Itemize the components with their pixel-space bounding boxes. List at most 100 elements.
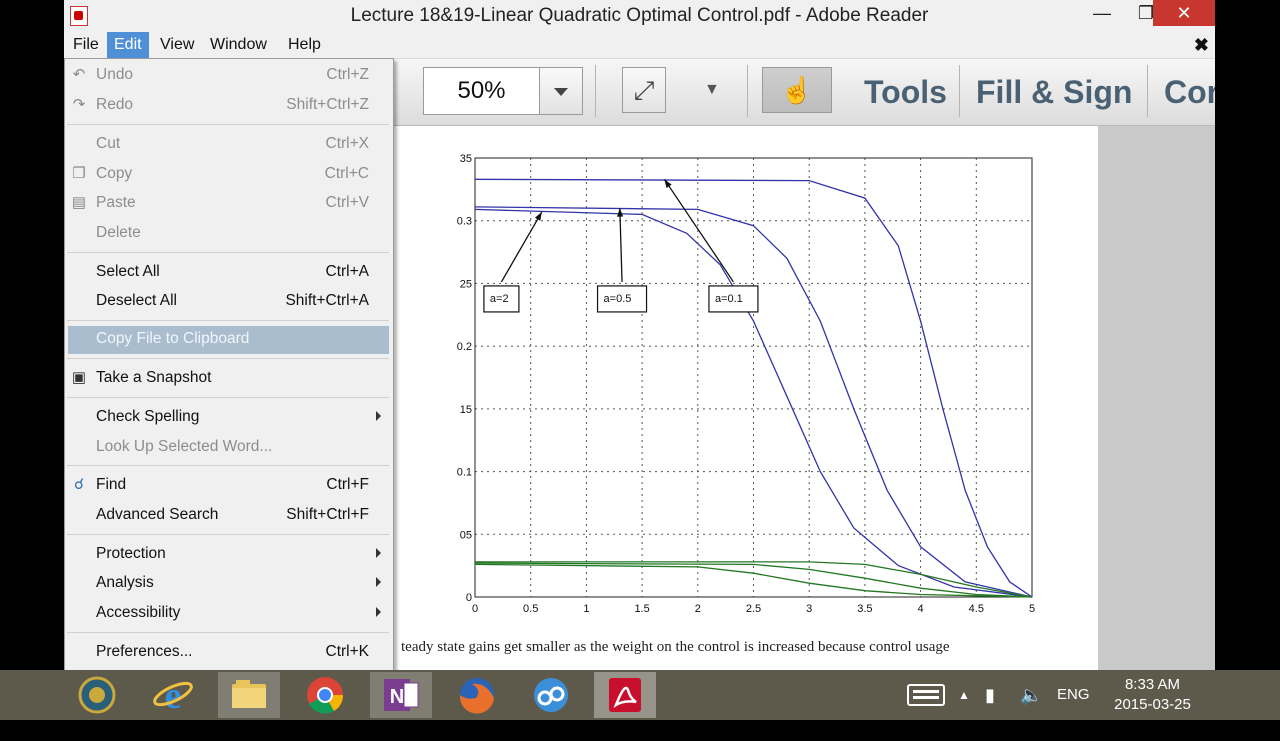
toolbar-separator (959, 65, 960, 117)
menu-help[interactable]: Help (281, 32, 328, 58)
preferences-label: Preferences... (96, 643, 193, 660)
touch-mode-icon[interactable]: ☝ (762, 67, 832, 113)
fullscreen-expand-icon[interactable]: ⤢ (622, 67, 666, 113)
zoom-dropdown-button[interactable] (539, 67, 583, 115)
submenu-arrow-icon (376, 411, 381, 421)
svg-text:e: e (165, 675, 182, 717)
y-tick-label: 35 (460, 153, 472, 165)
window-title: Lecture 18&19-Linear Quadratic Optimal C… (350, 5, 929, 26)
x-tick-label: 5 (1029, 603, 1035, 615)
y-tick-label: 0.3 (457, 216, 472, 228)
x-tick-label: 3 (806, 603, 812, 615)
advanced-search-menu-item[interactable]: Advanced Search Shift+Ctrl+F (65, 502, 391, 530)
copy-label: Copy (96, 165, 133, 182)
delete-menu-item[interactable]: Delete (65, 220, 391, 248)
annotation-arrow (663, 178, 734, 283)
taskbar: e N ▲ ▮ 🔈 ENG 8:33 AM 2015-03-25 (0, 670, 1280, 720)
menu-separator (67, 358, 389, 359)
menu-file[interactable]: File (66, 32, 106, 58)
x-tick-label: 1.5 (634, 603, 649, 615)
toolbar-overflow-icon[interactable]: ▼ (704, 81, 720, 99)
deselect-all-shortcut: Shift+Ctrl+A (285, 292, 369, 309)
comment-pane-button[interactable]: Cor (1164, 74, 1215, 111)
chrome-icon (307, 677, 344, 714)
copy-file-to-clipboard-menu-item[interactable]: Copy File to Clipboard (68, 326, 389, 354)
taskbar-chrome[interactable] (294, 672, 356, 718)
undo-menu-item[interactable]: ↶ Undo Ctrl+Z (65, 62, 391, 90)
page-caption: teady state gains get smaller as the wei… (401, 639, 950, 655)
y-tick-label: 05 (460, 529, 472, 541)
close-document-icon[interactable]: ✖ (1194, 35, 1209, 56)
y-tick-label: 25 (460, 278, 472, 290)
taskbar-file-explorer[interactable] (218, 672, 280, 718)
undo-label: Undo (96, 66, 134, 83)
accessibility-menu-item[interactable]: Accessibility (65, 600, 391, 628)
taskbar-firefox[interactable] (446, 672, 508, 718)
submenu-arrow-icon (376, 607, 381, 617)
x-tick-label: 2.5 (746, 603, 761, 615)
cut-menu-item[interactable]: Cut Ctrl+X (65, 131, 391, 159)
taskbar-cloud-app[interactable] (520, 672, 582, 718)
y-tick-label: 0 (466, 592, 472, 604)
paste-shortcut: Ctrl+V (325, 194, 370, 211)
take-snapshot-menu-item[interactable]: ▣ Take a Snapshot (65, 365, 391, 393)
cut-shortcut: Ctrl+X (325, 135, 370, 152)
minimize-button[interactable]: — (1080, 0, 1124, 26)
preferences-shortcut: Ctrl+K (325, 643, 370, 660)
preferences-menu-item[interactable]: Preferences... Ctrl+K (65, 639, 391, 667)
toolbar-separator (595, 65, 596, 117)
shell-icon (78, 676, 116, 714)
look-up-word-menu-item[interactable]: Look Up Selected Word... (65, 434, 391, 462)
taskbar-adobe-reader[interactable] (594, 672, 656, 718)
advanced-search-label: Advanced Search (96, 506, 219, 523)
select-all-menu-item[interactable]: Select All Ctrl+A (65, 259, 391, 287)
annotation-arrow (619, 208, 623, 282)
tools-pane-button[interactable]: Tools (864, 74, 947, 111)
power-icon[interactable]: ▮ (985, 670, 995, 720)
paste-menu-item[interactable]: ▤ Paste Ctrl+V (65, 190, 391, 218)
menu-separator (67, 320, 389, 321)
deselect-all-label: Deselect All (96, 292, 177, 309)
series-line-1 (474, 178, 1033, 598)
close-button[interactable]: ✕ (1153, 0, 1215, 26)
fill-sign-pane-button[interactable]: Fill & Sign (976, 74, 1132, 111)
volume-icon[interactable]: 🔈 (1020, 670, 1042, 720)
menu-separator (67, 397, 389, 398)
undo-icon: ↶ (72, 66, 86, 83)
cut-label: Cut (96, 135, 121, 152)
look-up-label: Look Up Selected Word... (96, 438, 273, 455)
chart: 0 0.5 1 1.5 2 2.5 3 3.5 4 4.5 5 0 05 0.1 15 0.2 25 0.3 35 a… (457, 153, 1035, 615)
copy-menu-item[interactable]: ❐ Copy Ctrl+C (65, 161, 391, 189)
taskbar-internet-explorer[interactable]: e (142, 672, 204, 718)
camera-icon: ▣ (71, 369, 87, 386)
clock-date: 2015-03-25 (1114, 696, 1191, 713)
taskbar-onenote[interactable]: N (370, 672, 432, 718)
taskbar-shell-app[interactable] (66, 672, 128, 718)
menu-separator (67, 252, 389, 253)
menu-view[interactable]: View (153, 32, 201, 58)
menu-window[interactable]: Window (203, 32, 274, 58)
redo-menu-item[interactable]: ↷ Redo Shift+Ctrl+Z (65, 92, 391, 120)
show-hidden-icons-icon[interactable]: ▲ (958, 670, 970, 720)
clock[interactable]: 8:33 AM 2015-03-25 (1100, 675, 1205, 715)
protection-menu-item[interactable]: Protection (65, 541, 391, 569)
x-tick-label: 3.5 (857, 603, 872, 615)
snapshot-label: Take a Snapshot (96, 369, 212, 386)
find-menu-item[interactable]: ☌ Find Ctrl+F (65, 472, 391, 500)
copy-file-label: Copy File to Clipboard (96, 330, 250, 347)
check-spelling-menu-item[interactable]: Check Spelling (65, 404, 391, 432)
menu-edit[interactable]: Edit (107, 32, 149, 58)
left-desktop-edge (0, 0, 64, 670)
analysis-menu-item[interactable]: Analysis (65, 570, 391, 598)
zoom-level-input[interactable]: 50% (423, 67, 540, 115)
toolbar-separator (1147, 65, 1148, 117)
select-all-shortcut: Ctrl+A (325, 263, 370, 280)
annotation-label: a=0.1 (715, 293, 743, 305)
touch-keyboard-icon[interactable] (904, 670, 948, 720)
menu-separator (67, 124, 389, 125)
right-desktop-edge (1215, 0, 1280, 670)
redo-icon: ↷ (72, 96, 86, 113)
deselect-all-menu-item[interactable]: Deselect All Shift+Ctrl+A (65, 288, 391, 316)
language-indicator[interactable]: ENG (1057, 670, 1090, 720)
paste-label: Paste (96, 194, 136, 211)
